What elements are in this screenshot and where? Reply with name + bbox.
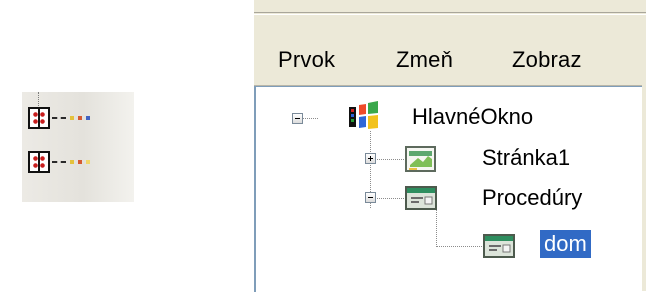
window-frame (254, 0, 646, 36)
application-window-icon (349, 101, 378, 129)
tree-connector (436, 207, 437, 247)
dot-icon (70, 116, 74, 120)
expander-minus-icon[interactable] (365, 192, 376, 203)
tree-item-dom[interactable]: dom (540, 230, 591, 258)
tree-view[interactable]: HlavnéOkno Stránka1 Procedúry dom (254, 86, 642, 292)
dot-icon (86, 116, 90, 120)
tree-item-procedury[interactable]: Procedúry (478, 184, 586, 212)
expander-plus-icon[interactable] (365, 153, 376, 164)
page-icon (405, 146, 436, 172)
tree-node-icon[interactable] (28, 151, 50, 173)
tree-toolbar-thumbnail (22, 92, 134, 202)
dot-icon (78, 116, 82, 120)
expander-minus-icon[interactable] (292, 113, 303, 124)
tree-connector (52, 117, 66, 119)
menu-item-zobraz[interactable]: Zobraz (512, 47, 582, 73)
tree-connector (374, 159, 404, 160)
menu-item-zmen[interactable]: Zmeň (396, 47, 453, 73)
menu-item-prvok[interactable]: Prvok (278, 47, 335, 73)
app-window: Prvok Zmeň Zobraz HlavnéOkno Stránka1 Pr… (254, 0, 646, 292)
tree-item-hlavne-okno[interactable]: HlavnéOkno (408, 103, 537, 131)
tree-connector (38, 92, 40, 106)
tree-connector (52, 161, 66, 163)
form-icon (405, 186, 437, 210)
tree-connector (374, 198, 404, 199)
tree-connector (436, 246, 482, 247)
dot-icon (78, 160, 82, 164)
tree-item-stranka1[interactable]: Stránka1 (478, 144, 574, 172)
tree-node-icon[interactable] (28, 107, 50, 129)
dot-icon (86, 160, 90, 164)
form-icon (483, 234, 515, 258)
menu-bar: Prvok Zmeň Zobraz (254, 35, 646, 86)
window-right-edge (642, 35, 646, 291)
dot-icon (70, 160, 74, 164)
